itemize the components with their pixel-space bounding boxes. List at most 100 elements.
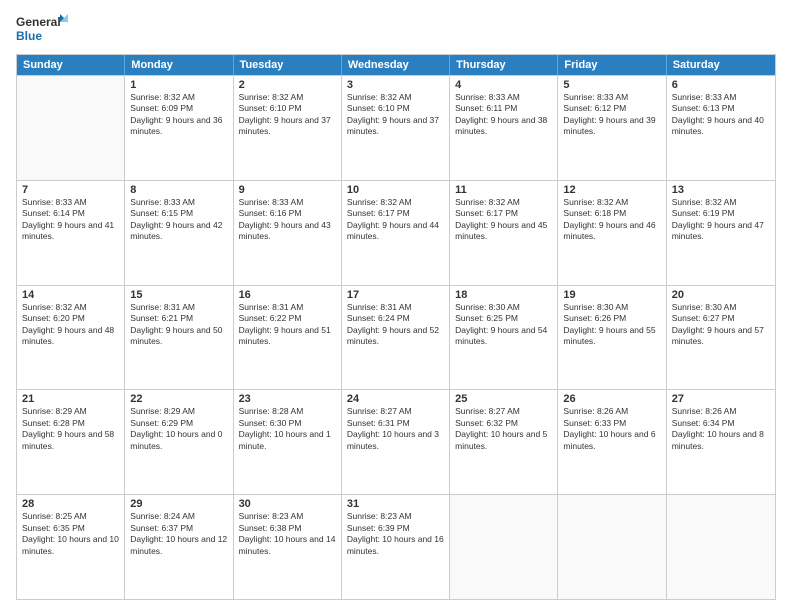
day-info: Sunrise: 8:32 AMSunset: 6:17 PMDaylight:…: [347, 197, 444, 243]
calendar-day-24: 24 Sunrise: 8:27 AMSunset: 6:31 PMDaylig…: [342, 390, 450, 494]
day-info: Sunrise: 8:32 AMSunset: 6:19 PMDaylight:…: [672, 197, 770, 243]
day-number: 20: [672, 289, 770, 301]
svg-text:Blue: Blue: [16, 29, 42, 43]
day-info: Sunrise: 8:27 AMSunset: 6:31 PMDaylight:…: [347, 406, 444, 452]
day-info: Sunrise: 8:28 AMSunset: 6:30 PMDaylight:…: [239, 406, 336, 452]
header-day-saturday: Saturday: [667, 55, 775, 75]
calendar-day-21: 21 Sunrise: 8:29 AMSunset: 6:28 PMDaylig…: [17, 390, 125, 494]
day-info: Sunrise: 8:32 AMSunset: 6:18 PMDaylight:…: [563, 197, 660, 243]
calendar-day-19: 19 Sunrise: 8:30 AMSunset: 6:26 PMDaylig…: [558, 286, 666, 390]
logo-icon: General Blue: [16, 12, 68, 48]
day-info: Sunrise: 8:30 AMSunset: 6:26 PMDaylight:…: [563, 302, 660, 348]
calendar-day-8: 8 Sunrise: 8:33 AMSunset: 6:15 PMDayligh…: [125, 181, 233, 285]
day-info: Sunrise: 8:27 AMSunset: 6:32 PMDaylight:…: [455, 406, 552, 452]
calendar-day-12: 12 Sunrise: 8:32 AMSunset: 6:18 PMDaylig…: [558, 181, 666, 285]
day-info: Sunrise: 8:33 AMSunset: 6:16 PMDaylight:…: [239, 197, 336, 243]
day-number: 19: [563, 289, 660, 301]
day-number: 3: [347, 79, 444, 91]
header-day-friday: Friday: [558, 55, 666, 75]
day-number: 11: [455, 184, 552, 196]
day-info: Sunrise: 8:23 AMSunset: 6:39 PMDaylight:…: [347, 511, 444, 557]
calendar-day-17: 17 Sunrise: 8:31 AMSunset: 6:24 PMDaylig…: [342, 286, 450, 390]
calendar-day-29: 29 Sunrise: 8:24 AMSunset: 6:37 PMDaylig…: [125, 495, 233, 599]
day-info: Sunrise: 8:31 AMSunset: 6:24 PMDaylight:…: [347, 302, 444, 348]
day-info: Sunrise: 8:30 AMSunset: 6:25 PMDaylight:…: [455, 302, 552, 348]
calendar: SundayMondayTuesdayWednesdayThursdayFrid…: [16, 54, 776, 600]
svg-text:General: General: [16, 15, 61, 29]
day-info: Sunrise: 8:32 AMSunset: 6:17 PMDaylight:…: [455, 197, 552, 243]
day-info: Sunrise: 8:25 AMSunset: 6:35 PMDaylight:…: [22, 511, 119, 557]
day-number: 17: [347, 289, 444, 301]
day-number: 30: [239, 498, 336, 510]
header-day-thursday: Thursday: [450, 55, 558, 75]
day-info: Sunrise: 8:32 AMSunset: 6:20 PMDaylight:…: [22, 302, 119, 348]
calendar-day-15: 15 Sunrise: 8:31 AMSunset: 6:21 PMDaylig…: [125, 286, 233, 390]
calendar-day-4: 4 Sunrise: 8:33 AMSunset: 6:11 PMDayligh…: [450, 76, 558, 180]
calendar-day-16: 16 Sunrise: 8:31 AMSunset: 6:22 PMDaylig…: [234, 286, 342, 390]
day-info: Sunrise: 8:33 AMSunset: 6:13 PMDaylight:…: [672, 92, 770, 138]
calendar-day-11: 11 Sunrise: 8:32 AMSunset: 6:17 PMDaylig…: [450, 181, 558, 285]
day-info: Sunrise: 8:33 AMSunset: 6:14 PMDaylight:…: [22, 197, 119, 243]
calendar-day-5: 5 Sunrise: 8:33 AMSunset: 6:12 PMDayligh…: [558, 76, 666, 180]
calendar-day-6: 6 Sunrise: 8:33 AMSunset: 6:13 PMDayligh…: [667, 76, 775, 180]
calendar-day-23: 23 Sunrise: 8:28 AMSunset: 6:30 PMDaylig…: [234, 390, 342, 494]
calendar-day-31: 31 Sunrise: 8:23 AMSunset: 6:39 PMDaylig…: [342, 495, 450, 599]
day-number: 5: [563, 79, 660, 91]
day-number: 26: [563, 393, 660, 405]
calendar-day-empty: [450, 495, 558, 599]
day-number: 27: [672, 393, 770, 405]
day-info: Sunrise: 8:29 AMSunset: 6:28 PMDaylight:…: [22, 406, 119, 452]
calendar-body: 1 Sunrise: 8:32 AMSunset: 6:09 PMDayligh…: [17, 75, 775, 599]
day-number: 6: [672, 79, 770, 91]
day-number: 21: [22, 393, 119, 405]
day-info: Sunrise: 8:30 AMSunset: 6:27 PMDaylight:…: [672, 302, 770, 348]
day-number: 9: [239, 184, 336, 196]
day-info: Sunrise: 8:33 AMSunset: 6:15 PMDaylight:…: [130, 197, 227, 243]
day-info: Sunrise: 8:32 AMSunset: 6:10 PMDaylight:…: [347, 92, 444, 138]
day-number: 16: [239, 289, 336, 301]
calendar-day-9: 9 Sunrise: 8:33 AMSunset: 6:16 PMDayligh…: [234, 181, 342, 285]
day-number: 7: [22, 184, 119, 196]
day-number: 29: [130, 498, 227, 510]
day-number: 2: [239, 79, 336, 91]
day-number: 23: [239, 393, 336, 405]
day-number: 1: [130, 79, 227, 91]
day-info: Sunrise: 8:31 AMSunset: 6:22 PMDaylight:…: [239, 302, 336, 348]
header-day-tuesday: Tuesday: [234, 55, 342, 75]
calendar-day-30: 30 Sunrise: 8:23 AMSunset: 6:38 PMDaylig…: [234, 495, 342, 599]
page-header: General Blue: [16, 12, 776, 48]
day-number: 15: [130, 289, 227, 301]
day-info: Sunrise: 8:32 AMSunset: 6:10 PMDaylight:…: [239, 92, 336, 138]
day-info: Sunrise: 8:32 AMSunset: 6:09 PMDaylight:…: [130, 92, 227, 138]
calendar-week-5: 28 Sunrise: 8:25 AMSunset: 6:35 PMDaylig…: [17, 494, 775, 599]
calendar-day-empty: [17, 76, 125, 180]
day-number: 10: [347, 184, 444, 196]
day-number: 4: [455, 79, 552, 91]
logo: General Blue: [16, 12, 68, 48]
calendar-day-7: 7 Sunrise: 8:33 AMSunset: 6:14 PMDayligh…: [17, 181, 125, 285]
day-info: Sunrise: 8:33 AMSunset: 6:11 PMDaylight:…: [455, 92, 552, 138]
day-info: Sunrise: 8:24 AMSunset: 6:37 PMDaylight:…: [130, 511, 227, 557]
day-number: 8: [130, 184, 227, 196]
calendar-day-27: 27 Sunrise: 8:26 AMSunset: 6:34 PMDaylig…: [667, 390, 775, 494]
day-number: 28: [22, 498, 119, 510]
day-number: 18: [455, 289, 552, 301]
day-info: Sunrise: 8:29 AMSunset: 6:29 PMDaylight:…: [130, 406, 227, 452]
calendar-day-2: 2 Sunrise: 8:32 AMSunset: 6:10 PMDayligh…: [234, 76, 342, 180]
day-info: Sunrise: 8:26 AMSunset: 6:34 PMDaylight:…: [672, 406, 770, 452]
calendar-day-13: 13 Sunrise: 8:32 AMSunset: 6:19 PMDaylig…: [667, 181, 775, 285]
day-info: Sunrise: 8:33 AMSunset: 6:12 PMDaylight:…: [563, 92, 660, 138]
calendar-week-3: 14 Sunrise: 8:32 AMSunset: 6:20 PMDaylig…: [17, 285, 775, 390]
calendar-week-2: 7 Sunrise: 8:33 AMSunset: 6:14 PMDayligh…: [17, 180, 775, 285]
day-number: 31: [347, 498, 444, 510]
calendar-week-1: 1 Sunrise: 8:32 AMSunset: 6:09 PMDayligh…: [17, 75, 775, 180]
day-number: 22: [130, 393, 227, 405]
calendar-day-18: 18 Sunrise: 8:30 AMSunset: 6:25 PMDaylig…: [450, 286, 558, 390]
header-day-monday: Monday: [125, 55, 233, 75]
calendar-day-28: 28 Sunrise: 8:25 AMSunset: 6:35 PMDaylig…: [17, 495, 125, 599]
day-number: 14: [22, 289, 119, 301]
calendar-day-14: 14 Sunrise: 8:32 AMSunset: 6:20 PMDaylig…: [17, 286, 125, 390]
calendar-day-empty: [558, 495, 666, 599]
calendar-day-25: 25 Sunrise: 8:27 AMSunset: 6:32 PMDaylig…: [450, 390, 558, 494]
day-info: Sunrise: 8:31 AMSunset: 6:21 PMDaylight:…: [130, 302, 227, 348]
